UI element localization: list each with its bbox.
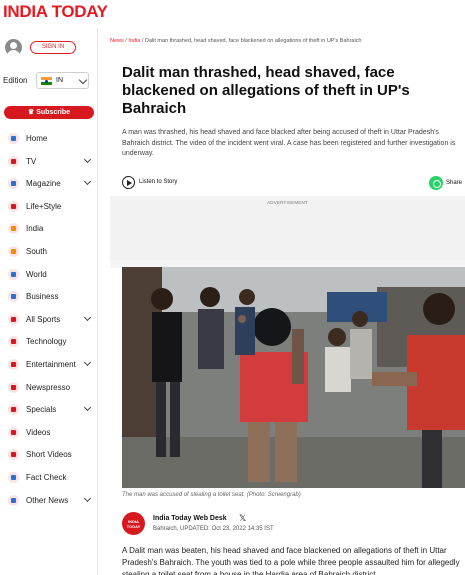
advertisement-slot: ADVERTISEMENT — [110, 196, 465, 260]
chevron-down-icon — [78, 75, 88, 85]
technology-icon — [8, 336, 19, 348]
play-icon[interactable] — [122, 176, 135, 189]
sidebar-item-lifestyle[interactable]: Life+Style — [0, 197, 98, 220]
coffee-icon — [8, 381, 19, 393]
globe-icon — [8, 268, 19, 280]
user-row: SIGN IN — [3, 38, 95, 58]
sidebar-item-videos[interactable]: Videos — [0, 423, 98, 446]
fact-check-icon — [8, 471, 19, 483]
listen-to-story-button[interactable]: Listen to Story — [139, 179, 177, 185]
sidebar: SIGN IN Edition IN ♛ Subscribe Home TV Ma… — [0, 28, 98, 575]
photo-caption: The man was accused of stealing a toilet… — [122, 492, 301, 498]
user-avatar-icon[interactable] — [5, 39, 22, 56]
sidebar-item-newspresso[interactable]: Newspresso — [0, 378, 98, 401]
breadcrumb-current: Dalit man thrashed, head shaved, face bl… — [144, 38, 362, 44]
sidebar-item-home[interactable]: Home — [0, 129, 98, 152]
author-meta: Bahraich, UPDATED: Oct 23, 2022 14:35 IS… — [153, 526, 274, 532]
sidebar-item-label: Entertainment — [26, 359, 76, 369]
chevron-down-icon[interactable] — [83, 313, 92, 321]
whatsapp-icon[interactable] — [429, 176, 443, 190]
share-button[interactable]: Share — [446, 180, 462, 186]
sidebar-item-label: World — [26, 269, 47, 279]
sidebar-item-entertainment[interactable]: Entertainment — [0, 355, 98, 378]
entertainment-icon — [8, 358, 19, 370]
india-today-logo[interactable]: INDIA TODAY — [3, 2, 108, 22]
sidebar-item-fact-check[interactable]: Fact Check — [0, 468, 98, 491]
share-row: Listen to Story Share — [122, 176, 465, 190]
article-body: A Dalit man was beaten, his head shaved … — [122, 546, 460, 575]
sidebar-item-label: Business — [26, 292, 59, 302]
article-photo-illustration — [122, 267, 465, 488]
sidebar-item-technology[interactable]: Technology — [0, 332, 98, 355]
edition-row: Edition IN — [3, 72, 95, 90]
x-twitter-icon[interactable]: 𝕏 — [239, 513, 246, 524]
sidebar-item-label: Technology — [26, 337, 67, 347]
breadcrumb-separator: / — [125, 38, 127, 44]
india-gate-icon — [8, 223, 19, 235]
magazine-icon — [8, 178, 19, 190]
breadcrumb-separator: / — [141, 38, 144, 44]
sidebar-item-label: Short Videos — [26, 450, 72, 460]
article-headline: Dalit man thrashed, head shaved, face bl… — [122, 64, 410, 117]
article-photo[interactable] — [122, 267, 465, 488]
sidebar-item-label: Videos — [26, 427, 51, 437]
author-name[interactable]: India Today Web Desk — [153, 515, 227, 522]
specials-icon — [8, 404, 19, 416]
top-header: INDIA TODAY — [0, 0, 465, 28]
temple-icon — [8, 245, 19, 257]
sidebar-item-magazine[interactable]: Magazine — [0, 174, 98, 197]
sidebar-item-label: Newspresso — [26, 382, 71, 392]
subscribe-button[interactable]: ♛ Subscribe — [4, 106, 94, 119]
other-news-icon — [8, 494, 19, 506]
breadcrumb-india[interactable]: India — [128, 38, 140, 44]
tv-icon — [8, 155, 19, 167]
sidebar-item-other-news[interactable]: Other News — [0, 491, 98, 514]
sidebar-item-all-sports[interactable]: All Sports — [0, 310, 98, 333]
chevron-down-icon[interactable] — [83, 178, 92, 186]
edition-value: IN — [56, 77, 63, 84]
india-today-author-logo: INDIA TODAY — [122, 512, 145, 535]
cocktail-icon — [8, 200, 19, 212]
edition-label: Edition — [3, 76, 28, 85]
sidebar-item-label: Magazine — [26, 179, 61, 189]
sidebar-item-short-videos[interactable]: Short Videos — [0, 445, 98, 468]
video-icon — [8, 426, 19, 438]
sidebar-item-label: Fact Check — [26, 472, 67, 482]
edition-select[interactable]: IN — [36, 72, 89, 89]
bar-chart-icon — [8, 291, 19, 303]
sidebar-item-india[interactable]: India — [0, 219, 98, 242]
sidebar-item-label: TV — [26, 156, 37, 166]
article-summary: A man was thrashed, his head shaved and … — [122, 129, 456, 157]
sidebar-item-label: All Sports — [26, 314, 61, 324]
sports-icon — [8, 313, 19, 325]
sidebar-nav: Home TV Magazine Life+Style India South … — [0, 129, 98, 513]
chevron-down-icon[interactable] — [83, 494, 92, 502]
sidebar-item-label: Specials — [26, 405, 57, 415]
sign-in-button[interactable]: SIGN IN — [30, 41, 76, 54]
breadcrumb: News / India / Dalit man thrashed, head … — [110, 38, 465, 44]
sidebar-item-business[interactable]: Business — [0, 287, 98, 310]
short-video-icon — [8, 449, 19, 461]
sidebar-item-label: South — [26, 246, 47, 256]
article-main: News / India / Dalit man thrashed, head … — [110, 28, 465, 575]
advertisement-label: ADVERTISEMENT — [267, 200, 308, 205]
crown-icon: ♛ — [27, 109, 35, 116]
chevron-down-icon[interactable] — [83, 358, 92, 366]
sidebar-item-label: India — [26, 224, 44, 234]
sidebar-item-world[interactable]: World — [0, 265, 98, 288]
author-row: INDIA TODAY India Today Web Desk 𝕏 Bahra… — [122, 510, 465, 540]
sidebar-item-label: Other News — [26, 495, 69, 505]
chevron-down-icon[interactable] — [83, 404, 92, 412]
chevron-down-icon[interactable] — [83, 155, 92, 163]
sidebar-item-south[interactable]: South — [0, 242, 98, 265]
sidebar-item-label: Life+Style — [26, 201, 62, 211]
breadcrumb-news[interactable]: News — [110, 38, 124, 44]
sidebar-item-tv[interactable]: TV — [0, 152, 98, 175]
sidebar-item-specials[interactable]: Specials — [0, 400, 98, 423]
subscribe-label: Subscribe — [36, 109, 71, 116]
india-flag-icon — [41, 77, 52, 85]
sidebar-item-label: Home — [26, 134, 48, 143]
home-icon — [8, 133, 19, 144]
